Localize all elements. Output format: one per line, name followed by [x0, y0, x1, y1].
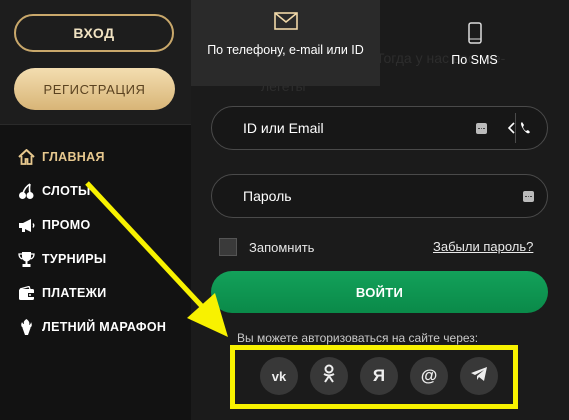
envelope-icon	[273, 12, 298, 33]
wallet-icon	[16, 284, 36, 302]
cherries-icon	[16, 182, 36, 200]
password-input[interactable]	[212, 175, 547, 217]
nav-item-label: СЛОТЫ	[42, 184, 91, 198]
tab-label: По телефону, e-mail или ID	[207, 43, 364, 57]
nav-item-label: ГЛАВНАЯ	[42, 150, 105, 164]
login-button[interactable]: ВХОД	[14, 14, 174, 52]
login-field	[211, 106, 548, 150]
auth-panel: ВХОД РЕГИСТРАЦИЯ	[0, 0, 191, 125]
social-login-prompt: Вы можете авторизоваться на сайте через:	[237, 331, 479, 345]
home-icon	[16, 148, 36, 166]
password-field	[211, 174, 548, 218]
phone-icon	[467, 22, 482, 47]
nav-item-tournaments[interactable]: ТУРНИРЫ	[0, 242, 191, 276]
torch-icon	[16, 318, 36, 336]
megaphone-icon	[16, 216, 36, 234]
nav-item-label: ПЛАТЕЖИ	[42, 286, 107, 300]
submit-login-button[interactable]: ВОЙТИ	[211, 271, 548, 313]
nav-item-payments[interactable]: ПЛАТЕЖИ	[0, 276, 191, 310]
login-input[interactable]	[212, 107, 547, 149]
nav-item-summer-marathon[interactable]: ЛЕТНИЙ МАРАФОН	[0, 310, 191, 344]
sidebar: ВХОД РЕГИСТРАЦИЯ ГЛАВНАЯ СЛОТЫ ПРОМО ТУР…	[0, 0, 191, 420]
nav-item-slots[interactable]: СЛОТЫ	[0, 174, 191, 208]
autofill-icon[interactable]	[523, 191, 534, 202]
main-nav: ГЛАВНАЯ СЛОТЫ ПРОМО ТУРНИРЫ ПЛАТЕЖИ ЛЕТН…	[0, 140, 191, 344]
remember-label: Запомнить	[249, 239, 315, 255]
tab-sms[interactable]: По SMS	[380, 0, 569, 86]
remember-checkbox[interactable]	[219, 238, 237, 256]
nav-item-home[interactable]: ГЛАВНАЯ	[0, 140, 191, 174]
nav-item-promo[interactable]: ПРОМО	[0, 208, 191, 242]
forgot-password-link[interactable]: Забыли пароль?	[433, 239, 533, 254]
tab-label: По SMS	[451, 53, 498, 67]
nav-item-label: ЛЕТНИЙ МАРАФОН	[42, 320, 167, 334]
remember-me[interactable]: Запомнить	[219, 238, 314, 256]
register-button[interactable]: РЕГИСТРАЦИЯ	[14, 68, 175, 110]
nav-item-label: ТУРНИРЫ	[42, 252, 107, 266]
highlight-box	[230, 345, 518, 409]
nav-item-label: ПРОМО	[42, 218, 91, 232]
trophy-icon	[16, 250, 36, 268]
tab-phone-email-id[interactable]: По телефону, e-mail или ID	[191, 0, 380, 86]
autofill-icon[interactable]	[476, 123, 487, 134]
switch-to-phone-icon[interactable]	[504, 119, 534, 142]
